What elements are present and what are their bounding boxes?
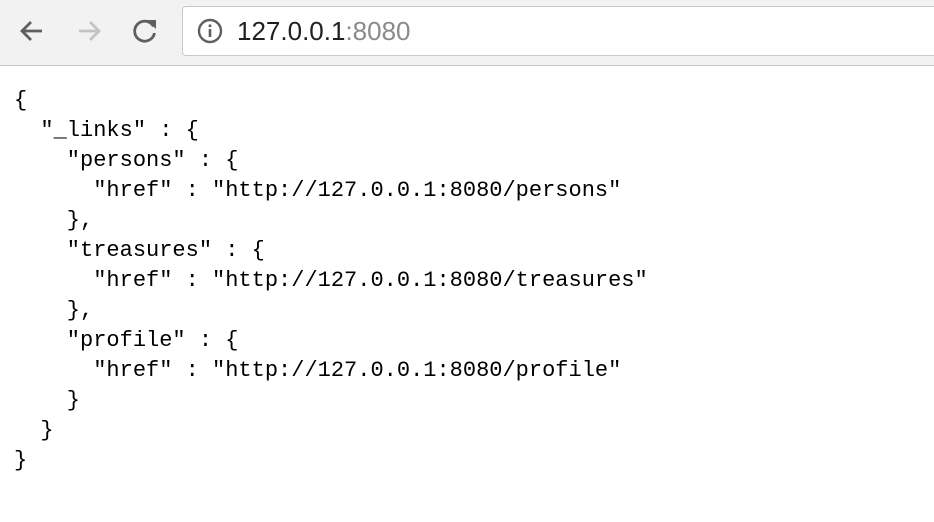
json-line: "href" : "http://127.0.0.1:8080/profile"	[14, 358, 622, 383]
json-line: "persons" : {	[14, 148, 239, 173]
json-line: }	[14, 448, 28, 473]
json-line: "_links" : {	[14, 118, 199, 143]
json-line: "treasures" : {	[14, 238, 265, 263]
browser-toolbar: 127.0.0.1:8080	[0, 0, 934, 66]
url-port: :8080	[345, 16, 411, 46]
json-line: }	[14, 388, 81, 413]
reload-button[interactable]	[126, 12, 164, 50]
json-line: "profile" : {	[14, 328, 239, 353]
json-line: }	[14, 418, 54, 443]
arrow-left-icon	[20, 21, 42, 41]
url-text[interactable]: 127.0.0.1:8080	[237, 16, 411, 46]
address-bar[interactable]: 127.0.0.1:8080	[182, 6, 934, 56]
json-response-body: { "_links" : { "persons" : { "href" : "h…	[14, 86, 648, 476]
json-line: "href" : "http://127.0.0.1:8080/treasure…	[14, 268, 648, 293]
json-line: },	[14, 298, 94, 323]
forward-button[interactable]	[70, 12, 108, 50]
back-button[interactable]	[13, 12, 51, 50]
json-line: {	[14, 88, 28, 113]
reload-icon	[133, 19, 156, 43]
url-host: 127.0.0.1	[237, 16, 346, 46]
json-line: },	[14, 208, 94, 233]
arrow-right-icon	[79, 21, 101, 41]
json-line: "href" : "http://127.0.0.1:8080/persons"	[14, 178, 622, 203]
info-circle-icon[interactable]	[197, 18, 223, 44]
